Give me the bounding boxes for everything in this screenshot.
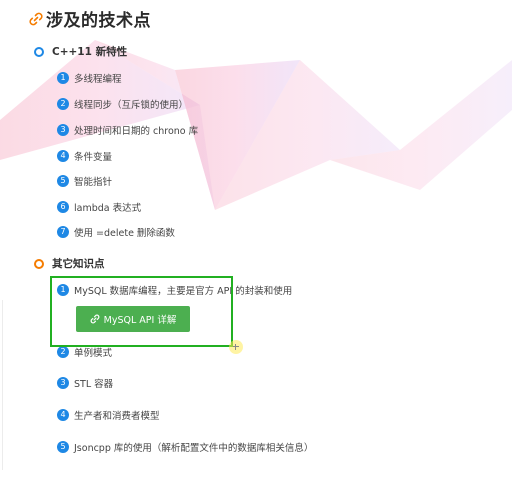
number-badge: 3	[57, 124, 69, 136]
section-label: C++11 新特性	[52, 46, 128, 58]
number-badge: 4	[57, 150, 69, 162]
mysql-api-button-label: MySQL API 详解	[103, 315, 177, 326]
list-item: 1 多线程编程	[57, 70, 122, 86]
list-item-text: 生产者和消费者模型	[74, 411, 160, 422]
number-badge: 1	[57, 72, 69, 84]
number-badge: 5	[57, 441, 69, 453]
number-badge: 5	[57, 175, 69, 187]
list-item: 4 生产者和消费者模型	[57, 407, 160, 423]
list-item-text: STL 容器	[74, 379, 114, 390]
list-item-text: 使用 =delete 删除函数	[74, 228, 175, 239]
list-item: 3 STL 容器	[57, 375, 113, 391]
number-badge: 4	[57, 409, 69, 421]
number-badge: 6	[57, 201, 69, 213]
list-item-text: Jsoncpp 库的使用（解析配置文件中的数据库相关信息）	[74, 443, 314, 454]
list-item-text: 条件变量	[74, 152, 113, 163]
number-badge: 3	[57, 377, 69, 389]
list-item-text: 线程同步（互斥锁的使用）	[74, 100, 189, 111]
title-text: 涉及的技术点	[46, 11, 151, 31]
list-item: 5 Jsoncpp 库的使用（解析配置文件中的数据库相关信息）	[57, 439, 313, 455]
list-item: 2 线程同步（互斥锁的使用）	[57, 96, 188, 112]
section-marker-icon	[34, 258, 44, 269]
list-item: 3 处理时间和日期的 chrono 库	[57, 122, 198, 138]
section-label: 其它知识点	[52, 258, 105, 270]
page-title: 涉及的技术点	[28, 6, 151, 31]
mysql-api-button[interactable]: MySQL API 详解	[76, 306, 190, 332]
list-item-text: 智能指针	[74, 177, 113, 188]
page: 涉及的技术点 C++11 新特性 1 多线程编程 2 线程同步（互斥锁的使用） …	[0, 0, 512, 479]
link-icon	[29, 12, 43, 25]
section-marker-icon	[34, 46, 44, 57]
list-item-text: lambda 表达式	[74, 203, 142, 214]
list-item: 4 条件变量	[57, 148, 112, 164]
section-other: 其它知识点	[34, 256, 105, 271]
section-cpp11: C++11 新特性	[34, 44, 127, 59]
list-item: 5 智能指针	[57, 173, 112, 189]
list-item-text: 多线程编程	[74, 74, 122, 85]
list-item-text: 单例模式	[74, 348, 113, 359]
number-badge: 2	[57, 346, 69, 358]
number-badge: 7	[57, 226, 69, 238]
divider	[2, 300, 3, 470]
list-item: 6 lambda 表达式	[57, 199, 141, 215]
list-item-text: 处理时间和日期的 chrono 库	[74, 126, 199, 137]
number-badge: 2	[57, 98, 69, 110]
cursor-highlight	[229, 340, 243, 354]
link-icon	[90, 314, 100, 324]
list-item: 7 使用 =delete 删除函数	[57, 224, 175, 240]
